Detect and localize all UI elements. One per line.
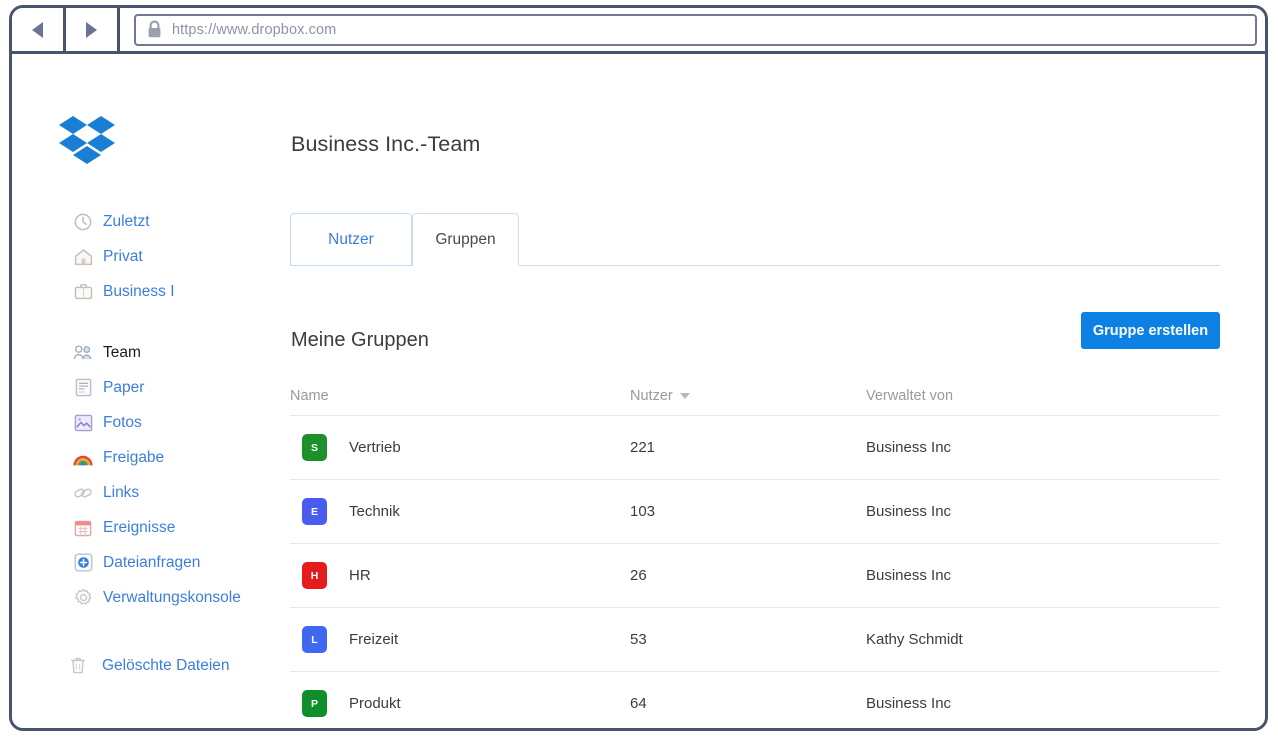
cell-managed-by: Business Inc xyxy=(866,567,952,584)
sidebar-item-label: Fotos xyxy=(103,413,142,431)
group-name-label: Vertrieb xyxy=(349,439,401,456)
page-title: Business Inc.-Team xyxy=(291,132,481,156)
forward-button[interactable] xyxy=(66,8,120,51)
table-row[interactable]: H HR 26 Business Inc xyxy=(290,544,1220,608)
sidebar-item-paper[interactable]: Paper xyxy=(12,370,282,405)
sidebar-item-ereignisse[interactable]: Ereignisse xyxy=(12,510,282,545)
sidebar-item-label: Freigabe xyxy=(103,448,165,466)
page-content: Zuletzt Privat Business I Team Paper Fot… xyxy=(12,54,1265,728)
cell-name: L Freizeit xyxy=(290,626,630,653)
cell-user-count: 221 xyxy=(630,439,656,456)
sidebar-item-label: Zuletzt xyxy=(103,212,150,230)
sort-desc-icon xyxy=(679,392,690,399)
gear-icon xyxy=(73,588,93,608)
sidebar-item-label: Privat xyxy=(103,247,143,265)
group-avatar-badge: E xyxy=(302,498,327,525)
cell-managed-by: Business Inc xyxy=(866,695,952,712)
sidebar-group-trash: Gelöschte Dateien xyxy=(12,648,282,683)
sidebar-item-team[interactable]: Team xyxy=(12,335,282,370)
cell-name: P Produkt xyxy=(290,690,630,717)
cell-user-count: 64 xyxy=(630,695,647,712)
sidebar-item-geloeschte-dateien[interactable]: Gelöschte Dateien xyxy=(12,648,282,683)
tab-bar: Nutzer Gruppen xyxy=(290,212,1220,266)
group-name-label: Technik xyxy=(349,503,400,520)
group-name-label: HR xyxy=(349,567,371,584)
table-row[interactable]: E Technik 103 Business Inc xyxy=(290,480,1220,544)
sidebar-item-label: Ereignisse xyxy=(103,518,176,536)
sidebar-item-links[interactable]: Links xyxy=(12,475,282,510)
cell-managed-by: Business Inc xyxy=(866,439,952,456)
column-header-managed-by[interactable]: Verwaltet von xyxy=(866,388,1220,404)
people-icon xyxy=(73,343,93,363)
group-avatar-badge: P xyxy=(302,690,327,717)
cell-user-count: 53 xyxy=(630,631,647,648)
cell-user-count: 26 xyxy=(630,567,647,584)
dropbox-logo[interactable] xyxy=(59,114,115,166)
create-group-button[interactable]: Gruppe erstellen xyxy=(1081,312,1220,349)
tab-gruppen[interactable]: Gruppen xyxy=(412,213,519,266)
link-icon xyxy=(73,483,93,503)
lock-icon xyxy=(148,20,161,38)
sidebar-group-personal: Zuletzt Privat Business I xyxy=(12,204,282,309)
cell-user-count: 103 xyxy=(630,503,656,520)
sidebar-item-business[interactable]: Business I xyxy=(12,274,282,309)
table-row[interactable]: S Vertrieb 221 Business Inc xyxy=(290,416,1220,480)
address-bar[interactable]: https://www.dropbox.com xyxy=(134,13,1257,46)
tab-label: Nutzer xyxy=(328,230,374,248)
sidebar-item-zuletzt[interactable]: Zuletzt xyxy=(12,204,282,239)
trash-icon xyxy=(68,656,88,676)
column-header-users-label: Nutzer xyxy=(630,387,673,404)
sidebar-item-label: Dateianfragen xyxy=(103,553,201,571)
rainbow-icon xyxy=(73,448,93,468)
sidebar-item-verwaltungskonsole[interactable]: Verwaltungskonsole xyxy=(12,580,282,615)
groups-table: Name Nutzer Verwaltet von S Vertrieb 221 Bu… xyxy=(290,376,1220,728)
sidebar-item-privat[interactable]: Privat xyxy=(12,239,282,274)
clock-icon xyxy=(73,212,93,232)
group-name-label: Freizeit xyxy=(349,631,399,648)
cell-managed-by: Kathy Schmidt xyxy=(866,631,963,648)
column-header-name[interactable]: Name xyxy=(290,388,630,404)
sidebar-item-label: Verwaltungskonsole xyxy=(103,588,241,606)
address-bar-container: https://www.dropbox.com xyxy=(120,8,1265,51)
cell-name: E Technik xyxy=(290,498,630,525)
sidebar-item-label: Business I xyxy=(103,282,175,300)
cell-managed-by: Business Inc xyxy=(866,503,952,520)
briefcase-icon xyxy=(73,282,93,302)
sidebar: Zuletzt Privat Business I Team Paper Fot… xyxy=(12,54,282,728)
table-row[interactable]: P Produkt 64 Business Inc xyxy=(290,672,1220,728)
calendar-icon xyxy=(73,518,93,538)
document-icon xyxy=(73,378,93,398)
browser-window: https://www.dropbox.com Zuletzt Privat B… xyxy=(9,5,1268,731)
table-row[interactable]: L Freizeit 53 Kathy Schmidt xyxy=(290,608,1220,672)
tab-nutzer[interactable]: Nutzer xyxy=(290,213,412,266)
plus-circle-icon xyxy=(73,553,93,573)
sidebar-item-label: Links xyxy=(103,483,140,501)
photo-icon xyxy=(73,413,93,433)
sidebar-item-dateianfragen[interactable]: Dateianfragen xyxy=(12,545,282,580)
home-icon xyxy=(73,247,93,267)
browser-toolbar: https://www.dropbox.com xyxy=(12,8,1265,54)
table-header-row: Name Nutzer Verwaltet von xyxy=(290,376,1220,416)
section-title: Meine Gruppen xyxy=(291,329,429,351)
table-body: S Vertrieb 221 Business Inc E Technik 103 Busin… xyxy=(290,416,1220,728)
group-avatar-badge: H xyxy=(302,562,327,589)
group-name-label: Produkt xyxy=(349,695,401,712)
sidebar-item-label: Paper xyxy=(103,378,145,396)
cell-name: H HR xyxy=(290,562,630,589)
group-avatar-badge: L xyxy=(302,626,327,653)
sidebar-item-label: Gelöschte Dateien xyxy=(102,656,230,674)
url-text: https://www.dropbox.com xyxy=(172,21,337,38)
sidebar-group-team: Team Paper Fotos Freigabe Links Ereignis… xyxy=(12,335,282,615)
back-arrow-icon xyxy=(32,21,43,38)
sidebar-item-freigabe[interactable]: Freigabe xyxy=(12,440,282,475)
column-header-users[interactable]: Nutzer xyxy=(630,388,866,404)
back-button[interactable] xyxy=(12,8,66,51)
cell-name: S Vertrieb xyxy=(290,434,630,461)
tab-label: Gruppen xyxy=(435,230,496,248)
main-content: Business Inc.-Team Nutzer Gruppen Meine … xyxy=(282,54,1265,728)
forward-arrow-icon xyxy=(86,21,97,38)
sidebar-item-fotos[interactable]: Fotos xyxy=(12,405,282,440)
sidebar-item-label: Team xyxy=(103,343,141,361)
group-avatar-badge: S xyxy=(302,434,327,461)
